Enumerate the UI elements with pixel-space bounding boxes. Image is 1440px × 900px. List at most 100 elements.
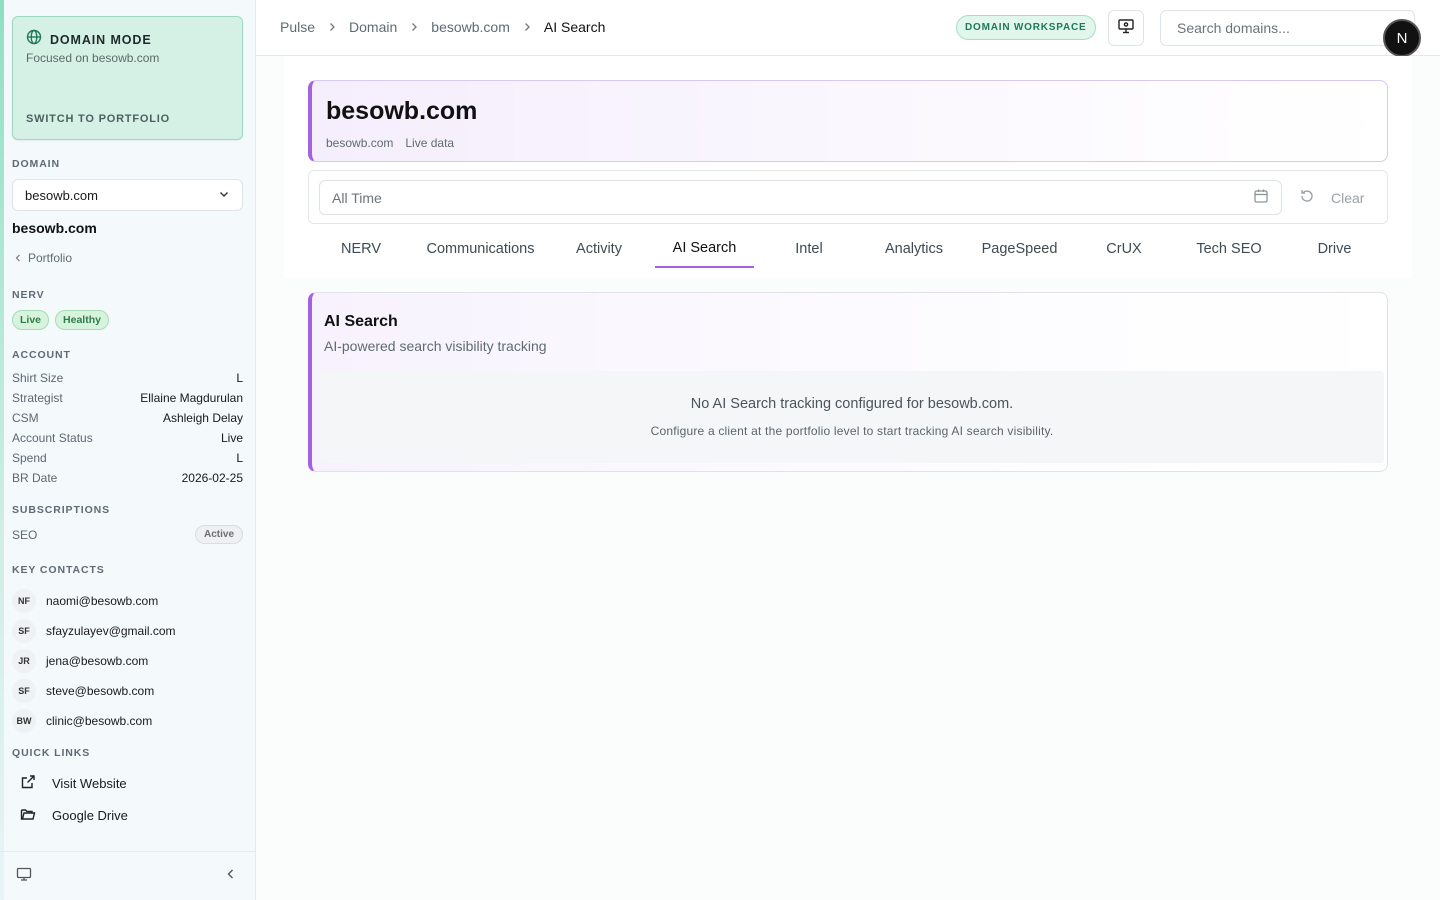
chevron-right-icon (522, 22, 532, 32)
ai-search-subtitle: AI-powered search visibility tracking (324, 338, 547, 354)
domain-meta: besowb.com Live data (326, 136, 454, 150)
clear-label: Clear (1331, 189, 1365, 206)
tab-communications[interactable]: Communications (425, 230, 536, 268)
avatar: SF (12, 619, 36, 643)
subscription-status-badge: Active (194, 525, 243, 544)
date-filter-bar: All Time Clear (308, 170, 1388, 224)
folder-icon (20, 806, 36, 825)
tab-analytics[interactable]: Analytics (883, 230, 945, 268)
sidebar-domain-name: besowb.com (12, 220, 97, 236)
date-range-input[interactable]: All Time (319, 180, 1282, 215)
chevron-right-icon (409, 22, 419, 32)
sidebar-footer (0, 851, 255, 900)
account-row: Account Status Live (12, 428, 243, 448)
workspace-badge: DOMAIN WORKSPACE (956, 15, 1096, 40)
chevron-right-icon (327, 22, 337, 32)
contact-item[interactable]: NF naomi@besowb.com (12, 586, 176, 616)
contact-item[interactable]: JR jena@besowb.com (12, 646, 176, 676)
empty-state-title: No AI Search tracking configured for bes… (690, 396, 1014, 412)
empty-state-hint: Configure a client at the portfolio leve… (650, 424, 1054, 438)
contact-email: sfayzulayev@gmail.com (46, 624, 176, 638)
monitor-settings-icon (1117, 17, 1135, 40)
domain-tabs: NERV Communications Activity AI Search I… (308, 230, 1388, 268)
tab-intel[interactable]: Intel (794, 230, 824, 268)
contact-item[interactable]: BW clinic@besowb.com (12, 706, 176, 736)
account-row: CSM Ashleigh Delay (12, 408, 243, 428)
ai-search-card: AI Search AI-powered search visibility t… (308, 292, 1388, 472)
account-row-value: Ellaine Magdurulan (140, 391, 243, 405)
domain-select[interactable]: besowb.com (12, 179, 243, 211)
account-row: Strategist Ellaine Magdurulan (12, 388, 243, 408)
visit-website-link[interactable]: Visit Website (20, 767, 128, 799)
google-drive-label: Google Drive (52, 807, 128, 823)
tab-activity[interactable]: Activity (574, 230, 624, 268)
user-avatar[interactable]: N (1383, 19, 1421, 57)
tab-tech-seo[interactable]: Tech SEO (1196, 230, 1261, 268)
collapse-sidebar-icon[interactable] (225, 867, 237, 885)
avatar: SF (12, 679, 36, 703)
tab-nerv[interactable]: NERV (341, 230, 381, 268)
contacts-list: NF naomi@besowb.com SF sfayzulayev@gmail.c… (12, 586, 176, 736)
avatar: BW (12, 709, 36, 733)
domain-mode-heading: DOMAIN MODE (26, 29, 152, 50)
tab-ai-search[interactable]: AI Search (655, 230, 754, 268)
status-badge-live: Live (12, 310, 50, 330)
clear-filter-button[interactable]: Clear (1299, 188, 1364, 207)
top-bar: Pulse Domain besowb.com AI Search DOMAIN… (256, 0, 1440, 56)
domain-select-value: besowb.com (25, 187, 98, 203)
monitor-icon[interactable] (16, 866, 32, 887)
domain-mode-subtitle: Focused on besowb.com (26, 51, 160, 65)
account-row-value: Ashleigh Delay (162, 411, 243, 425)
breadcrumb-pulse[interactable]: Pulse (280, 19, 315, 35)
breadcrumb-site[interactable]: besowb.com (431, 19, 510, 35)
nerv-section-label: NERV (12, 289, 45, 301)
domain-mode-title: DOMAIN MODE (50, 32, 152, 47)
calendar-icon (1253, 188, 1269, 207)
contact-email: jena@besowb.com (46, 654, 149, 668)
tab-drive[interactable]: Drive (1316, 230, 1353, 268)
tab-pagespeed[interactable]: PageSpeed (981, 230, 1058, 268)
visit-website-label: Visit Website (52, 775, 127, 791)
account-row: Shirt Size L (12, 368, 243, 388)
date-range-value: All Time (332, 189, 382, 206)
page-title: besowb.com (326, 97, 478, 125)
quick-links-list: Visit Website Google Drive (20, 767, 128, 831)
contact-item[interactable]: SF steve@besowb.com (12, 676, 176, 706)
tab-crux[interactable]: CrUX (1106, 230, 1142, 268)
account-row-key: CSM (12, 411, 39, 425)
sidebar: DOMAIN MODE Focused on besowb.com SWITCH… (0, 0, 256, 900)
search-input[interactable] (1160, 10, 1415, 46)
account-row: BR Date 2026-02-25 (12, 468, 243, 488)
avatar: JR (12, 649, 36, 673)
contacts-section-label: KEY CONTACTS (12, 564, 105, 576)
contact-email: steve@besowb.com (46, 684, 155, 698)
account-section-label: ACCOUNT (12, 349, 71, 361)
account-row: Spend L (12, 448, 243, 468)
nerv-badges: Live Healthy (12, 310, 109, 330)
account-row-key: Account Status (12, 431, 93, 445)
account-row-key: Shirt Size (12, 371, 64, 385)
globe-icon (26, 29, 42, 50)
ai-search-title: AI Search (324, 313, 398, 330)
account-row-value: L (236, 451, 243, 465)
subscription-name: SEO (12, 527, 38, 542)
breadcrumb-domain[interactable]: Domain (349, 19, 397, 35)
subscriptions-section-label: SUBSCRIPTIONS (12, 504, 111, 516)
domain-meta-host: besowb.com (326, 136, 394, 150)
contact-item[interactable]: SF sfayzulayev@gmail.com (12, 616, 176, 646)
domain-meta-source: Live data (405, 136, 455, 150)
domain-mode-card: DOMAIN MODE Focused on besowb.com SWITCH… (12, 16, 243, 140)
ai-search-empty-state: No AI Search tracking configured for bes… (320, 371, 1384, 463)
account-details: Shirt Size L Strategist Ellaine Magdurulan… (12, 368, 243, 488)
status-badge-healthy: Healthy (55, 310, 109, 330)
reset-icon (1299, 188, 1315, 207)
domain-section-label: DOMAIN (12, 158, 60, 170)
portfolio-back-link[interactable]: Portfolio (14, 251, 72, 265)
contact-email: clinic@besowb.com (46, 714, 153, 728)
portfolio-link-label: Portfolio (28, 251, 73, 265)
switch-to-portfolio-button[interactable]: SWITCH TO PORTFOLIO (26, 113, 170, 125)
monitor-settings-button[interactable] (1108, 10, 1144, 46)
google-drive-link[interactable]: Google Drive (20, 799, 128, 831)
account-row-value: Live (220, 431, 243, 445)
breadcrumb-current: AI Search (543, 19, 606, 35)
